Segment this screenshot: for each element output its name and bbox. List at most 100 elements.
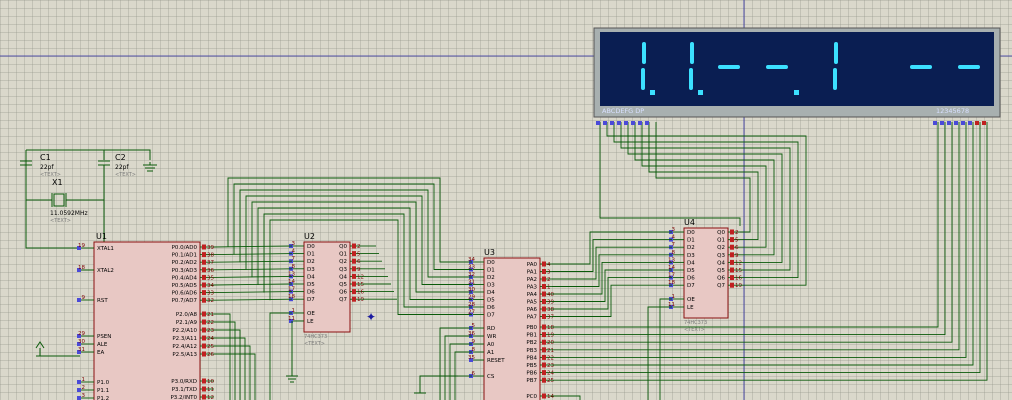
u2-pin-name: Q4: [339, 274, 347, 280]
u3-pin-name: PA2: [527, 277, 537, 283]
u3-pin-number: 5: [472, 323, 476, 329]
u3-pin-name: PB5: [526, 363, 537, 369]
u1-pin-name: P0.0/AD0: [172, 245, 198, 251]
u3-pin-number: 22: [547, 355, 554, 361]
display-digit-pad: [968, 121, 972, 125]
display-segment-label: ABCDEFG DP: [602, 107, 644, 115]
u3-pin-number: 20: [547, 340, 554, 346]
u3-pin-name: PA4: [527, 292, 538, 298]
u4-pin-pad: [730, 237, 734, 243]
u1-pin-pad: [202, 274, 206, 280]
x1-value: 11.0592MHz: [50, 210, 88, 217]
u2-ref: U2: [304, 232, 315, 241]
u4-pin-pad: [730, 267, 734, 273]
u3-pin-number: 3: [547, 270, 551, 276]
u2-pin-number: 6: [357, 259, 361, 265]
u1-pin-number: 26: [207, 352, 214, 358]
u3-pin-pad: [542, 276, 546, 282]
u4-pin-name: D2: [687, 245, 695, 251]
display-digit-pad: [933, 121, 937, 125]
u3-pin-pad: [542, 339, 546, 345]
crosshair-marker: ✦: [366, 310, 376, 324]
u3-pin-name: PB3: [526, 348, 537, 354]
u1-pin-pad: [202, 327, 206, 333]
display-segment-pad: [638, 121, 642, 125]
u4-part: 74HC373: [684, 320, 707, 326]
u1-pin-name: EA: [97, 350, 104, 356]
u1-pin-number: 2: [82, 385, 86, 391]
u1-pin-name: P2.5/A13: [172, 352, 197, 358]
u1-pin-number: 25: [207, 344, 214, 350]
display-digit: [910, 65, 932, 69]
u3-pin-name: D1: [487, 268, 495, 274]
u2-pin-number: 16: [357, 290, 364, 296]
u3-pin-number: 6: [472, 371, 476, 377]
u1-pin-pad: [202, 343, 206, 349]
u3-pin-name: D0: [487, 260, 495, 266]
u1-pin-name: P1.2: [97, 396, 109, 400]
segment-g: [766, 65, 788, 69]
u4-pin-name: OE: [687, 297, 695, 303]
u2-pin-number: 4: [292, 249, 296, 255]
u3-pin-number: 21: [547, 348, 554, 354]
u2-pin-name: Q0: [339, 244, 347, 250]
u1-pin-name: P0.3/AD3: [172, 268, 198, 274]
u4-pin-pad: [730, 229, 734, 235]
u1-pin-pad: [202, 311, 206, 317]
segment-c: [641, 68, 645, 90]
u1-pin-name: P2.2/A10: [172, 328, 197, 334]
c2-value: 22pf: [115, 164, 129, 171]
u2-pin-pad: [352, 258, 356, 264]
segment-b: [834, 42, 838, 64]
u3-pin-number: 23: [547, 363, 554, 369]
u3-pin-number: 4: [547, 262, 551, 268]
u1-pin-pad: [202, 351, 206, 357]
u3-pin-number: 39: [547, 300, 554, 306]
u3-pin-name: RD: [487, 326, 495, 332]
u4-pin-name: Q5: [717, 268, 725, 274]
u3-pin-name: PA6: [527, 307, 538, 313]
u4-pin-pad: [730, 244, 734, 250]
u1-pin-name: P1.0: [97, 380, 110, 386]
u4-pin-name: Q6: [717, 276, 725, 282]
u4-pin-name: D1: [687, 238, 695, 244]
segment-g: [958, 65, 980, 69]
u2-pin-number: 7: [292, 256, 296, 262]
u2-pin-number: 1: [292, 308, 296, 314]
u2-pin-number: 5: [357, 252, 361, 258]
u2-pin-number: 11: [288, 316, 295, 322]
u3-pin-number: 1: [547, 285, 551, 291]
u4-pin-name: Q2: [717, 245, 725, 251]
u1-pin-name: XTAL1: [97, 246, 114, 252]
u2-pin-name: D5: [307, 282, 315, 288]
u4-pin-name: LE: [687, 305, 694, 311]
u2-pin-pad: [352, 251, 356, 257]
u3-pin-pad: [542, 332, 546, 338]
u3-pin-name: PA7: [527, 315, 538, 321]
u1-pin-number: 32: [207, 298, 214, 304]
u1-pin-name: P1.1: [97, 388, 109, 394]
u3-pin-pad: [542, 261, 546, 267]
u4-pin-pad: [730, 252, 734, 258]
u4-pin-name: Q4: [717, 260, 725, 266]
u3-ref: U3: [484, 248, 495, 257]
schematic-drawing: ✦ C1 22pf <TEXT> C2 22pf <TEXT> X1 11.05…: [0, 0, 1012, 400]
u3-pin-pad: [542, 284, 546, 289]
u1-pin-pad: [202, 394, 206, 400]
u1-pin-pad: [202, 297, 206, 303]
u3-pin-pad: [542, 362, 546, 368]
u3-pin-number: 18: [547, 325, 554, 331]
u2-pin-pad: [352, 281, 356, 287]
u2-pin-name: D0: [307, 244, 315, 250]
u1-pin-name: P0.4/AD4: [172, 275, 198, 281]
u4-pin-number: 8: [672, 250, 676, 256]
u4-pin-name: Q1: [717, 238, 725, 244]
u3-pin-name: A1: [487, 350, 494, 356]
u2-pin-number: 19: [357, 297, 364, 303]
u2-pin-number: 15: [357, 282, 364, 288]
u4-pin-pad: [730, 259, 734, 265]
u1-pin-name: P2.4/A12: [172, 344, 197, 350]
schematic-canvas[interactable]: { "components": { "c1": {"ref": "C1", "v…: [0, 0, 1012, 400]
display-digit-pad: [982, 121, 986, 125]
u3-pin-pad: [542, 314, 546, 319]
